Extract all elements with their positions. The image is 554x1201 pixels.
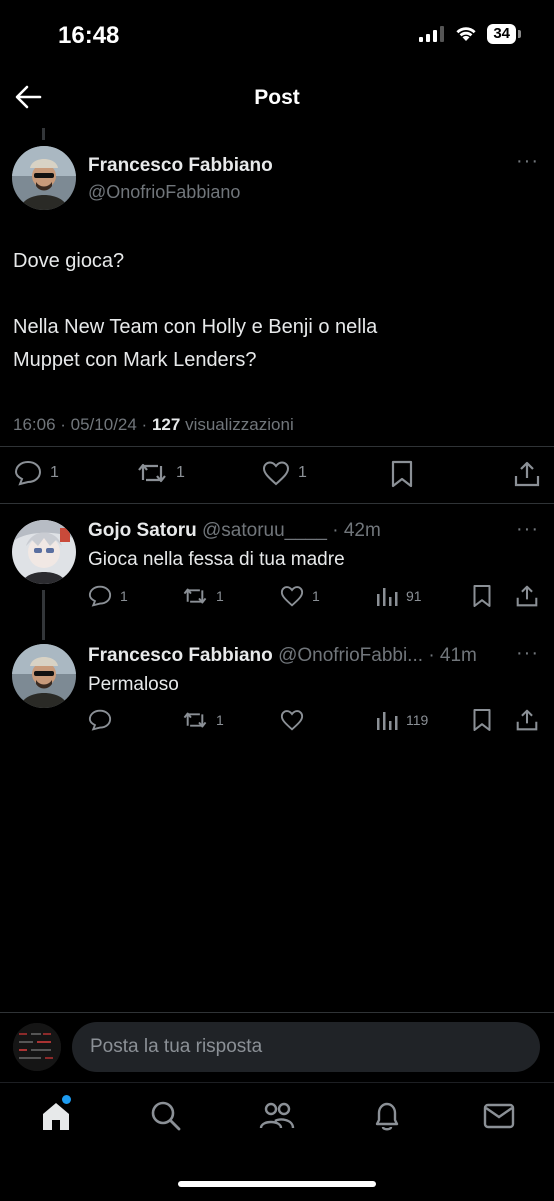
views-button[interactable]: 91 <box>376 585 422 607</box>
divider <box>0 446 554 447</box>
share-icon <box>516 585 538 607</box>
reply-icon <box>14 460 42 486</box>
avatar[interactable] <box>12 146 76 210</box>
views-label: visualizzazioni <box>185 415 294 434</box>
reply-author-name[interactable]: Gojo Satoru <box>88 520 197 541</box>
reply-input[interactable] <box>72 1022 540 1072</box>
heart-icon <box>280 710 304 731</box>
bookmark-icon <box>391 460 413 488</box>
bookmark-button[interactable] <box>472 584 492 608</box>
reply-button[interactable]: 1 <box>14 460 59 486</box>
post-text-line: Dove gioca? <box>13 250 125 272</box>
reply-count: 1 <box>50 464 59 481</box>
battery-indicator: 34 <box>487 24 521 44</box>
views-button[interactable]: 119 <box>376 709 428 731</box>
repost-count: 1 <box>176 464 185 481</box>
post-text-line: Muppet con Mark Lenders? <box>13 349 257 371</box>
tab-notifications[interactable] <box>372 1100 402 1137</box>
like-count: 1 <box>298 464 307 481</box>
share-icon <box>516 709 538 731</box>
notifications-icon <box>375 1102 399 1131</box>
analytics-icon <box>377 712 398 730</box>
status-time: 16:48 <box>58 22 120 49</box>
views-count: 91 <box>406 588 422 604</box>
post-timestamp: 16:06 · 05/10/24 · <box>13 415 148 434</box>
repost-count: 1 <box>216 712 224 728</box>
post-metadata: 16:06 · 05/10/24 · 127 visualizzazioni <box>13 415 294 435</box>
post-text-line: Nella New Team con Holly e Benji o nella <box>13 316 378 338</box>
share-icon <box>514 461 540 487</box>
reply-count: 1 <box>120 588 128 604</box>
analytics-icon <box>377 588 398 606</box>
like-button[interactable]: 1 <box>262 460 307 486</box>
repost-icon <box>138 463 166 483</box>
reply-time: · 42m <box>332 520 381 541</box>
reply-time: · 41m <box>428 645 477 666</box>
repost-icon <box>183 712 207 728</box>
reply-button[interactable]: 1 <box>88 585 128 607</box>
reply-author-handle[interactable]: @satoruu____ <box>202 520 327 541</box>
more-options-icon[interactable]: ··· <box>516 518 539 541</box>
reply-icon <box>88 709 112 731</box>
post-author-handle[interactable]: @OnofrioFabbiano <box>88 182 240 203</box>
reply-text: Permaloso <box>88 674 179 695</box>
share-button[interactable] <box>516 708 538 732</box>
like-count: 1 <box>312 588 320 604</box>
repost-icon <box>183 588 207 604</box>
views-count: 127 <box>151 415 181 434</box>
communities-icon <box>259 1102 295 1129</box>
repost-button[interactable]: 1 <box>182 585 224 607</box>
status-icons: 34 <box>419 24 521 44</box>
thread-connector <box>42 590 45 640</box>
bookmark-button[interactable] <box>472 708 492 732</box>
tab-messages[interactable] <box>483 1102 515 1135</box>
heart-icon <box>280 586 304 607</box>
post-author-name[interactable]: Francesco Fabbiano <box>88 155 273 177</box>
more-options-icon[interactable]: ··· <box>516 642 539 665</box>
notification-dot <box>62 1095 71 1104</box>
like-button[interactable]: 1 <box>280 585 320 607</box>
tab-communities[interactable] <box>259 1100 295 1137</box>
reply-header: Gojo Satoru @satoruu____ · 42m <box>88 520 381 542</box>
heart-icon <box>262 461 290 486</box>
reply-author-handle[interactable]: @OnofrioFabbi... <box>278 645 423 666</box>
share-button[interactable] <box>514 460 540 488</box>
my-avatar[interactable] <box>13 1023 61 1071</box>
home-icon <box>43 1103 69 1130</box>
repost-button[interactable]: 1 <box>136 460 185 486</box>
bookmark-icon <box>473 709 491 731</box>
reply-icon <box>88 585 112 607</box>
more-options-icon[interactable]: ··· <box>516 150 539 173</box>
divider <box>0 503 554 504</box>
thread-connector <box>42 128 45 140</box>
reply-text: Gioca nella fessa di tua madre <box>88 549 345 570</box>
bookmark-icon <box>473 585 491 607</box>
share-button[interactable] <box>516 584 538 608</box>
wifi-icon <box>456 27 476 41</box>
like-button[interactable] <box>280 709 312 731</box>
search-icon <box>151 1101 181 1131</box>
reply-button[interactable] <box>88 709 120 731</box>
avatar[interactable] <box>12 644 76 708</box>
signal-icon <box>419 26 445 42</box>
reply-author-name[interactable]: Francesco Fabbiano <box>88 645 273 666</box>
page-title: Post <box>254 86 300 109</box>
views-count: 119 <box>406 712 429 728</box>
repost-button[interactable]: 1 <box>182 709 224 731</box>
bookmark-button[interactable] <box>390 460 414 488</box>
avatar[interactable] <box>12 520 76 584</box>
tab-search[interactable] <box>150 1100 182 1137</box>
tab-home[interactable] <box>40 1095 72 1137</box>
repost-count: 1 <box>216 588 224 604</box>
home-indicator <box>178 1181 376 1187</box>
reply-header: Francesco Fabbiano @OnofrioFabbi... · 41… <box>88 645 477 667</box>
messages-icon <box>483 1103 515 1129</box>
